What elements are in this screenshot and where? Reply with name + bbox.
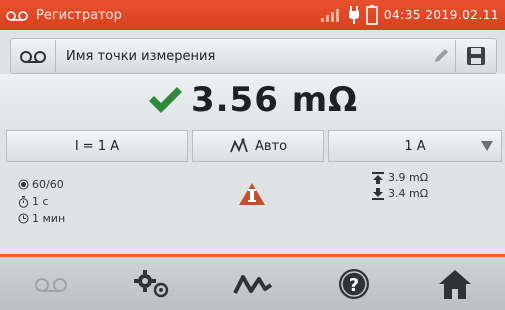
edit-name-button[interactable] <box>427 47 455 65</box>
recorder-icon <box>20 51 46 63</box>
recorder-tab-button[interactable] <box>21 262 81 306</box>
chevron-down-icon <box>481 141 493 151</box>
auto-mode-icon <box>230 138 248 153</box>
battery-icon <box>366 5 378 25</box>
min-row: 3.4 mΩ <box>372 186 428 202</box>
help-button[interactable]: ? <box>324 262 384 306</box>
test-current-field[interactable]: I = 1 A <box>6 130 188 162</box>
pencil-icon <box>435 49 448 62</box>
settings-icon <box>133 269 168 297</box>
min-value: 3.4 mΩ <box>388 187 429 200</box>
graph-icon <box>232 274 272 294</box>
measurement-interval: 1 мин <box>32 212 66 225</box>
home-icon <box>438 269 471 299</box>
max-value: 3.9 mΩ <box>388 171 429 184</box>
duration-row: 1 с <box>18 193 65 210</box>
app-title: Регистратор <box>36 7 122 23</box>
measurement-point-bar: Имя точки измерения <box>10 38 497 74</box>
help-icon: ? <box>338 268 369 299</box>
settings-button[interactable] <box>122 262 182 306</box>
measurement-result: 3.56 mΩ <box>190 80 359 120</box>
count-row: 60/60 <box>18 176 65 193</box>
recording-info: 60/60 1 с 1 мин <box>18 176 65 227</box>
min-max-info: 3.9 mΩ 3.4 mΩ <box>372 170 428 202</box>
current-range-select[interactable]: 1 A <box>328 130 502 162</box>
signal-icon <box>320 9 339 22</box>
save-icon <box>467 47 485 65</box>
clock: 04:35 2019.02.11 <box>383 8 499 22</box>
bottom-toolbar: ? <box>0 254 505 310</box>
status-bar: Регистратор 04:35 2019.02.11 <box>0 0 505 30</box>
mode-button[interactable]: Авто <box>192 130 324 162</box>
record-count: 60/60 <box>32 178 64 191</box>
graph-button[interactable] <box>223 262 283 306</box>
test-current-label: I = 1 A <box>74 138 120 154</box>
parameters-row: I = 1 A Авто 1 A <box>0 130 505 162</box>
record-count-icon <box>18 179 29 190</box>
warning-icon <box>239 183 265 205</box>
interval-row: 1 мин <box>18 210 65 227</box>
plug-icon <box>348 6 359 24</box>
recorder-icon <box>34 277 67 292</box>
clock-icon <box>18 213 29 224</box>
max-row: 3.9 mΩ <box>372 170 428 186</box>
min-value-icon <box>372 188 384 200</box>
warning-indicator <box>238 182 266 210</box>
save-button[interactable] <box>455 40 496 72</box>
home-button[interactable] <box>425 262 485 306</box>
max-value-icon <box>372 172 384 184</box>
mode-label: Авто <box>254 138 288 154</box>
result-panel: 3.56 mΩ <box>0 74 505 126</box>
recorder-button[interactable] <box>11 40 56 72</box>
stopwatch-icon <box>18 195 29 208</box>
measurement-duration: 1 с <box>32 195 49 208</box>
measurement-point-name[interactable]: Имя точки измерения <box>66 49 215 64</box>
recorder-icon <box>6 11 28 21</box>
current-range-value: 1 A <box>404 138 426 154</box>
svg-text:?: ? <box>348 275 358 296</box>
checkmark-icon <box>148 87 182 113</box>
